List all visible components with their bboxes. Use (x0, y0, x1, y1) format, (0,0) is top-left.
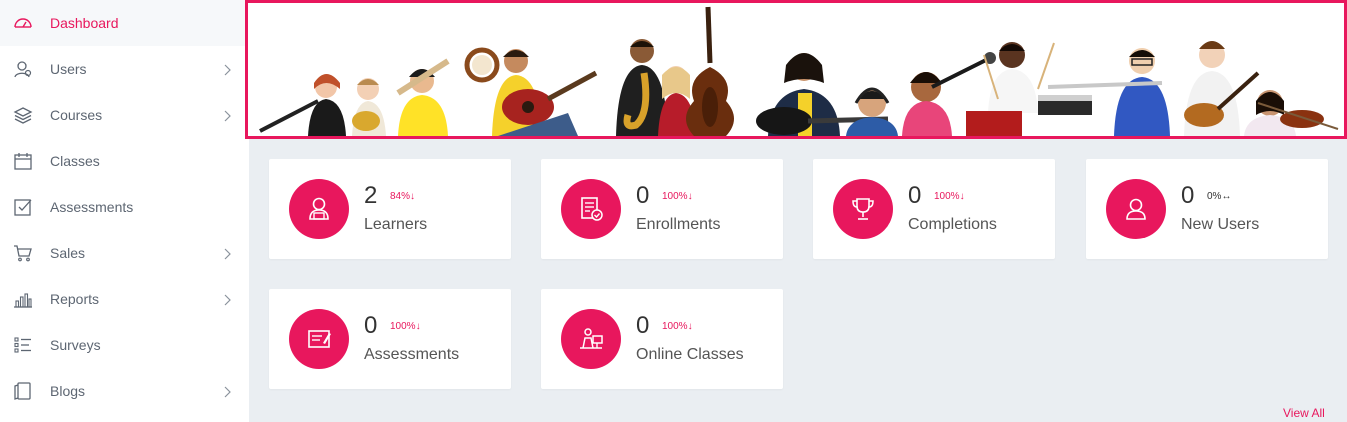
blog-icon (12, 380, 34, 402)
online-class-icon (561, 309, 621, 369)
stat-label: Learners (364, 216, 428, 233)
users-icon (12, 58, 34, 80)
stat-trend: 100%↓ (934, 191, 965, 202)
stat-label: Assessments (364, 346, 460, 363)
enrollment-icon (561, 179, 621, 239)
stat-label: Completions (908, 216, 997, 233)
stat-label: Enrollments (636, 216, 721, 233)
calendar-icon (12, 150, 34, 172)
checkbox-icon (12, 196, 34, 218)
sidebar-item-courses[interactable]: Courses (0, 92, 249, 138)
sidebar-item-label: Users (50, 61, 87, 77)
learner-icon (289, 179, 349, 239)
stat-value: 2 (364, 182, 378, 209)
chevron-right-icon (221, 293, 233, 306)
sidebar-item-reports[interactable]: Reports (0, 276, 249, 322)
sidebar: Dashboard Users Courses Classes Assessme… (0, 0, 249, 422)
chevron-right-icon (221, 63, 233, 76)
list-icon (12, 334, 34, 356)
sidebar-item-label: Surveys (50, 337, 101, 353)
chevron-right-icon (221, 109, 233, 122)
stat-value: 0 (1181, 182, 1195, 209)
sidebar-item-label: Sales (50, 245, 86, 261)
stat-value: 0 (364, 312, 378, 339)
new-user-icon (1106, 179, 1166, 239)
gauge-icon (12, 12, 34, 34)
layers-icon (12, 104, 34, 126)
chevron-right-icon (221, 247, 233, 260)
sidebar-item-label: Assessments (50, 199, 134, 215)
view-all-link[interactable]: View All (1283, 406, 1325, 420)
sidebar-item-label: Courses (50, 107, 103, 123)
sidebar-item-classes[interactable]: Classes (0, 138, 249, 184)
banner-image (245, 0, 1347, 139)
trophy-icon (833, 179, 893, 239)
stat-card-learners[interactable]: 2 84%↓ Learners (269, 159, 511, 259)
stat-trend: 0%↔ (1207, 191, 1232, 202)
stat-value: 0 (636, 312, 650, 339)
sidebar-item-label: Reports (50, 291, 100, 307)
sidebar-item-label: Dashboard (50, 15, 119, 31)
sidebar-item-label: Classes (50, 153, 100, 169)
stat-card-completions[interactable]: 0 100%↓ Completions (813, 159, 1055, 259)
stat-trend: 100%↓ (662, 191, 693, 202)
stat-label: New Users (1181, 216, 1260, 233)
stat-value: 0 (908, 182, 922, 209)
stat-trend: 100%↓ (390, 321, 421, 332)
stat-trend: 84%↓ (390, 191, 416, 202)
stat-trend: 100%↓ (662, 321, 693, 332)
sidebar-item-blogs[interactable]: Blogs (0, 368, 249, 414)
bar-chart-icon (12, 288, 34, 310)
stat-card-new-users[interactable]: 0 0%↔ New Users (1086, 159, 1328, 259)
assessment-icon (289, 309, 349, 369)
sidebar-item-sales[interactable]: Sales (0, 230, 249, 276)
cart-icon (12, 242, 34, 264)
chevron-right-icon (221, 385, 233, 398)
stat-card-enrollments[interactable]: 0 100%↓ Enrollments (541, 159, 783, 259)
sidebar-item-label: Blogs (50, 383, 86, 399)
sidebar-item-surveys[interactable]: Surveys (0, 322, 249, 368)
stat-card-online-classes[interactable]: 0 100%↓ Online Classes (541, 289, 783, 389)
sidebar-item-users[interactable]: Users (0, 46, 249, 92)
stat-value: 0 (636, 182, 650, 209)
sidebar-item-assessments[interactable]: Assessments (0, 184, 249, 230)
stat-card-assessments[interactable]: 0 100%↓ Assessments (269, 289, 511, 389)
stat-label: Online Classes (636, 346, 744, 363)
sidebar-item-dashboard[interactable]: Dashboard (0, 0, 249, 46)
